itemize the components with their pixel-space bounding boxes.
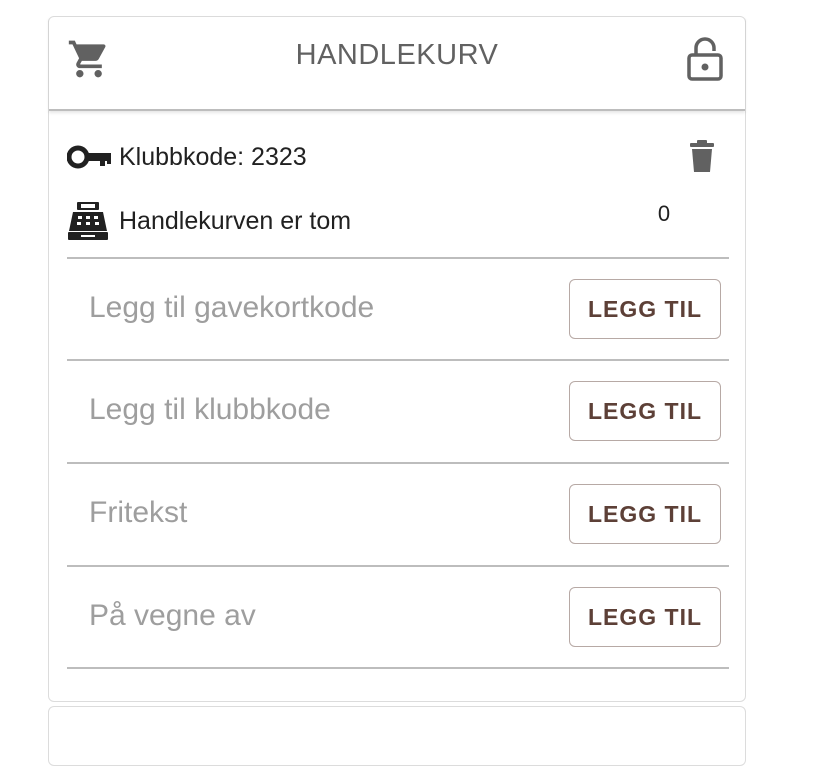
cart-item-count: 0	[657, 201, 671, 226]
free-text-input[interactable]	[89, 490, 559, 536]
key-icon	[67, 135, 113, 179]
cart-status-label: Handlekurven er tom	[119, 206, 352, 235]
on-behalf-of-input[interactable]	[89, 593, 559, 639]
club-code-input[interactable]	[89, 387, 559, 433]
lock-open-icon[interactable]	[685, 37, 725, 81]
gift-card-code-input[interactable]	[89, 285, 559, 331]
on-behalf-of-entry: LEGG TIL	[67, 565, 729, 667]
club-code-row: Klubbkode: 2323	[67, 135, 307, 179]
trash-icon[interactable]	[687, 139, 717, 173]
add-club-code-button[interactable]: LEGG TIL	[569, 381, 721, 441]
cart-status-row: Handlekurven er tom	[67, 199, 351, 243]
club-code-label: Klubbkode: 2323	[119, 142, 307, 171]
cash-register-icon	[67, 199, 113, 243]
add-on-behalf-of-button[interactable]: LEGG TIL	[569, 587, 721, 647]
divider	[67, 667, 729, 669]
cart-header: HANDLEKURV	[49, 17, 745, 111]
club-code-entry: LEGG TIL	[67, 359, 729, 461]
add-free-text-button[interactable]: LEGG TIL	[569, 484, 721, 544]
next-panel	[48, 706, 746, 766]
shopping-cart-panel: HANDLEKURV Klubbkode: 2323 Handlekurven …	[48, 16, 746, 702]
page-title: HANDLEKURV	[295, 39, 499, 71]
add-gift-card-button[interactable]: LEGG TIL	[569, 279, 721, 339]
free-text-entry: LEGG TIL	[67, 462, 729, 564]
gift-card-entry: LEGG TIL	[67, 257, 729, 359]
